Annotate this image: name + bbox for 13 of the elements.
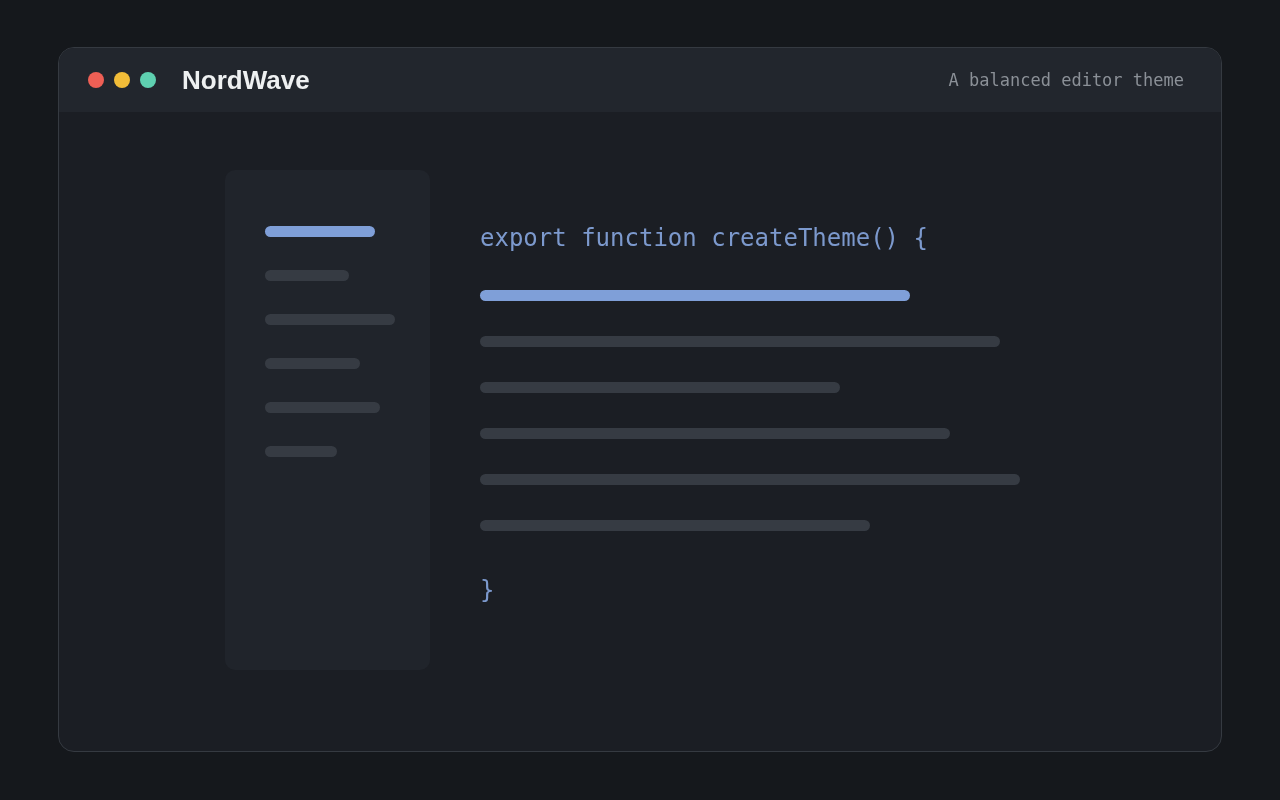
sidebar-item-bar[interactable] xyxy=(265,226,375,237)
code-line: } xyxy=(480,575,495,605)
window-control-button[interactable] xyxy=(140,72,156,88)
sidebar-item-bar[interactable] xyxy=(265,446,337,457)
app-title: NordWave xyxy=(182,64,310,96)
sidebar-item-bar[interactable] xyxy=(265,314,395,325)
window-control-button[interactable] xyxy=(114,72,130,88)
sidebar-item-bar[interactable] xyxy=(265,402,380,413)
app-subtitle: A balanced editor theme xyxy=(948,70,1184,90)
sidebar-item-bar[interactable] xyxy=(265,358,360,369)
sidebar-item-bar[interactable] xyxy=(265,270,349,281)
window-control-button[interactable] xyxy=(88,72,104,88)
code-line: export function createTheme() { xyxy=(480,223,928,253)
